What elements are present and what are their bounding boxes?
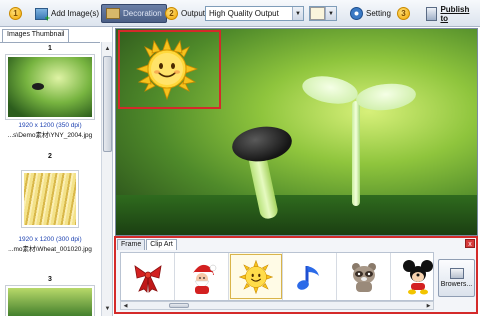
color-swatch: [310, 7, 325, 20]
clipart-selection-box[interactable]: [118, 30, 221, 109]
sprout-leaf-left: [300, 72, 360, 108]
add-images-label: Add Image(s): [51, 9, 100, 18]
scroll-left-icon[interactable]: ◀: [121, 302, 130, 309]
clipart-tabs: Frame Clip Art: [117, 239, 177, 250]
clipart-item-sun[interactable]: [229, 253, 283, 300]
add-images-button[interactable]: Add Image(s): [30, 4, 104, 23]
santa-icon: [192, 264, 216, 294]
browse-folder-icon: [449, 268, 464, 279]
tab-frame[interactable]: Frame: [117, 239, 146, 250]
seedling-thumbnail-image: [8, 57, 92, 117]
thumbnail-item[interactable]: 2 1920 x 1200 (300 dpi) ...mo素材\Wheat_00…: [0, 153, 100, 253]
thumbnail-number: 2: [48, 153, 52, 160]
scroll-thumb[interactable]: [103, 56, 112, 152]
sun-icon: [238, 259, 273, 294]
clipart-item-raccoon[interactable]: [337, 253, 391, 300]
add-image-icon: [35, 7, 50, 23]
close-icon[interactable]: x: [465, 239, 475, 248]
clipart-panel: Frame Clip Art x ◀ ▶ Browers...: [114, 236, 478, 314]
decoration-label: Decoration: [123, 9, 162, 18]
clipart-item-santa[interactable]: [175, 253, 229, 300]
tab-images-thumbnail[interactable]: Images Thumbnail: [2, 29, 70, 42]
scroll-thumb[interactable]: [169, 303, 189, 308]
scroll-up-icon[interactable]: ▲: [103, 44, 112, 54]
output-quality-select[interactable]: High Quality Output ▼: [205, 6, 304, 21]
clipart-scrollbar[interactable]: ◀ ▶: [120, 301, 434, 310]
ground: [116, 195, 477, 235]
sun-clipart-icon: [136, 38, 198, 100]
clipart-list: [120, 252, 434, 301]
thumbnail-dimensions: 1920 x 1200 (300 dpi): [18, 236, 82, 243]
music-note-icon: [296, 265, 319, 290]
tab-clip-art[interactable]: Clip Art: [146, 239, 177, 250]
step-number-icon: 1: [9, 7, 22, 20]
color-picker[interactable]: ▼: [309, 6, 337, 21]
step-number-icon: 2: [165, 7, 178, 20]
clipart-item-music-note[interactable]: [283, 253, 337, 300]
toolbar: 1 Add Image(s) Decoration 2 Output: High…: [0, 0, 480, 27]
step-1-badge: 1: [9, 4, 22, 23]
raccoon-icon: [351, 262, 376, 292]
step-number-icon: 3: [397, 7, 410, 20]
sprout-stem: [352, 101, 360, 206]
thumbnail-frame: [5, 54, 95, 120]
step-2-badge: 2: [165, 4, 178, 23]
thumbnail-number: 3: [48, 276, 52, 283]
decoration-button[interactable]: Decoration: [101, 4, 167, 23]
publish-button[interactable]: Publish to: [423, 4, 480, 23]
seed-husk: [229, 122, 295, 166]
output-label: Output:: [181, 9, 208, 18]
step-3-badge: 3: [397, 4, 410, 23]
thumbnail-path: ...mo素材\Wheat_001020.jpg: [8, 246, 92, 253]
browse-button[interactable]: Browers...: [438, 259, 475, 297]
setting-button[interactable]: Setting: [345, 4, 396, 23]
scroll-down-icon[interactable]: ▼: [103, 304, 112, 314]
thumbnail-list: 1 1920 x 1200 (350 dpi) ...s\Demo素材\YNY_…: [0, 42, 100, 316]
chevron-down-icon: ▼: [325, 7, 336, 20]
gear-icon: [350, 7, 363, 20]
scroll-right-icon[interactable]: ▶: [424, 302, 433, 309]
clipart-item-mickey[interactable]: [391, 253, 433, 300]
publish-icon: [426, 6, 438, 21]
images-thumbnail-panel: Images Thumbnail 1 1920 x 1200 (350 dpi)…: [0, 27, 113, 316]
mickey-mouse-icon: [402, 259, 433, 294]
thumbnail-path: ...s\Demo素材\YNY_2004.jpg: [7, 132, 93, 139]
wheat-thumbnail-image: [24, 173, 76, 225]
decoration-icon: [106, 8, 120, 19]
thumbnail-frame: [21, 170, 79, 228]
output-quality-value: High Quality Output: [209, 9, 279, 18]
chevron-down-icon: ▼: [292, 7, 303, 20]
ribbon-bow-icon: [133, 264, 162, 293]
thumbnail-dimensions: 1920 x 1200 (350 dpi): [18, 122, 82, 129]
thumbnail-number: 1: [48, 45, 52, 52]
grass-thumbnail-image: [8, 288, 92, 316]
clipart-item-ribbon[interactable]: [121, 253, 175, 300]
thumbnail-item[interactable]: 1 1920 x 1200 (350 dpi) ...s\Demo素材\YNY_…: [0, 45, 100, 139]
thumbnail-frame: [5, 285, 95, 316]
setting-label: Setting: [366, 9, 391, 18]
publish-label: Publish to: [440, 4, 470, 23]
browse-label: Browers...: [440, 281, 473, 288]
thumbnail-scrollbar[interactable]: ▲ ▼: [101, 42, 112, 316]
thumbnail-item[interactable]: 3: [0, 276, 100, 316]
image-preview[interactable]: [115, 28, 478, 236]
sprout-leaf-right: [354, 80, 418, 114]
